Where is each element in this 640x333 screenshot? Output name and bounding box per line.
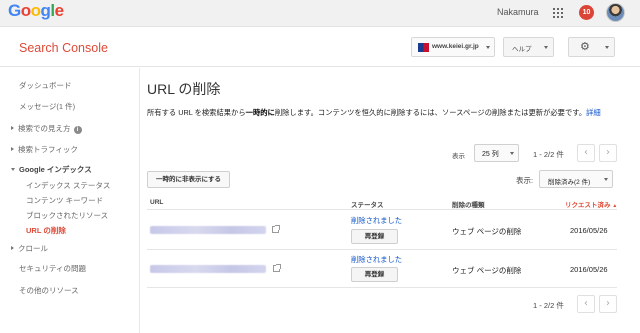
row-status: 削除されました xyxy=(351,255,403,264)
chevron-right-icon xyxy=(11,147,14,151)
reregister-button[interactable]: 再登録 xyxy=(351,229,398,244)
chevron-down-icon xyxy=(544,46,548,49)
chevron-down-icon xyxy=(510,152,514,155)
previous-page-button[interactable]: ‹ xyxy=(577,144,595,162)
learn-more-link[interactable]: 詳細 xyxy=(586,108,601,117)
sidebar-item-other-resources[interactable]: その他のリソース xyxy=(19,285,79,296)
column-header-label: リクエスト済み xyxy=(565,202,611,209)
gear-icon: ⚙ xyxy=(580,41,590,53)
chevron-down-icon xyxy=(11,168,15,171)
help-button[interactable]: ヘルプ xyxy=(503,37,554,57)
logo-letter: G xyxy=(8,1,21,20)
sidebar-item-search-traffic[interactable]: 検索トラフィック xyxy=(11,144,78,155)
filter-select[interactable]: 削除済み(2 件) xyxy=(539,170,613,188)
row-removal-type: ウェブ ページの削除 xyxy=(452,266,522,275)
sidebar-item-crawl[interactable]: クロール xyxy=(11,243,48,254)
info-icon[interactable]: i xyxy=(73,126,82,134)
column-header-status[interactable]: ステータス xyxy=(351,199,384,209)
product-title[interactable]: Search Console xyxy=(19,41,108,55)
rows-per-page-label: 表示 xyxy=(452,153,465,160)
sidebar-item-content-keywords[interactable]: コンテンツ キーワード xyxy=(26,195,103,206)
sidebar-item-messages[interactable]: メッセージ(1 件) xyxy=(19,101,75,112)
previous-page-button[interactable]: ‹ xyxy=(577,295,595,313)
next-page-button[interactable]: › xyxy=(599,295,617,313)
site-favicon-icon xyxy=(418,43,429,52)
search-console-header: Search Console www.keiei.gr.jp ヘルプ ⚙ xyxy=(0,28,640,67)
pagination-info: 1 - 2/2 件 xyxy=(533,301,564,310)
google-bar: Google Nakamura 10 xyxy=(0,0,640,27)
logo-letter: g xyxy=(40,1,51,20)
table-row-url[interactable] xyxy=(150,226,266,234)
description-text: 削除します。コンテンツを恒久的に削除するには、ソースページの削除または更新が必要… xyxy=(274,108,587,117)
site-selector-label: www.keiei.gr.jp xyxy=(432,43,479,50)
sidebar-item-search-appearance[interactable]: 検索での見え方 i xyxy=(11,123,82,134)
chevron-down-icon xyxy=(605,46,609,49)
column-header-url[interactable]: URL xyxy=(150,199,163,206)
chevron-right-icon xyxy=(11,246,14,250)
filter-value: 削除済み(2 件) xyxy=(548,178,591,186)
sidebar-item-label: 検索での見え方 xyxy=(18,124,71,133)
column-header-requested[interactable]: リクエスト済み ▲ xyxy=(565,199,617,209)
sidebar-item-url-removal[interactable]: URL の削除 xyxy=(26,225,66,236)
sidebar-item-label: 検索トラフィック xyxy=(18,145,78,154)
help-label: ヘルプ xyxy=(512,46,532,53)
table-header-divider xyxy=(147,209,617,210)
logo-letter: e xyxy=(54,1,64,20)
settings-button[interactable]: ⚙ xyxy=(568,37,615,57)
rows-per-page-value: 25 列 xyxy=(482,151,499,158)
description-text: 所有する URL を検索結果から xyxy=(147,108,246,117)
row-requested-date: 2016/05/26 xyxy=(570,265,608,274)
chevron-right-icon xyxy=(11,126,14,130)
notification-badge[interactable]: 10 xyxy=(579,5,594,20)
sidebar-item-security-issues[interactable]: セキュリティの問題 xyxy=(19,263,86,274)
apps-grid-icon[interactable] xyxy=(553,8,563,18)
page-title: URL の削除 xyxy=(147,81,221,97)
sidebar-item-label: クロール xyxy=(18,244,48,253)
user-name[interactable]: Nakamura xyxy=(497,7,539,17)
table-row-url[interactable] xyxy=(150,265,266,273)
table-row-divider xyxy=(147,249,617,250)
sidebar-item-index-status[interactable]: インデックス ステータス xyxy=(26,180,110,191)
external-link-icon[interactable] xyxy=(272,225,280,233)
row-requested-date: 2016/05/26 xyxy=(570,226,608,235)
description-emphasis: 一時的に xyxy=(245,108,275,117)
site-selector-button[interactable]: www.keiei.gr.jp xyxy=(411,37,495,57)
pagination-info: 1 - 2/2 件 xyxy=(533,150,564,159)
chevron-down-icon xyxy=(604,178,608,181)
column-header-removal-type[interactable]: 削除の種類 xyxy=(452,199,485,209)
google-logo[interactable]: Google xyxy=(8,1,64,21)
filter-label: 表示: xyxy=(516,176,534,185)
next-page-button[interactable]: › xyxy=(599,144,617,162)
logo-letter: o xyxy=(20,1,31,20)
sidebar: ダッシュボード メッセージ(1 件) 検索での見え方 i 検索トラフィック Goo… xyxy=(0,68,140,333)
chevron-down-icon xyxy=(486,46,490,49)
external-link-icon[interactable] xyxy=(273,264,281,272)
sidebar-item-label: Google インデックス xyxy=(19,165,92,174)
logo-letter: o xyxy=(30,1,41,20)
page-description: 所有する URL を検索結果から一時的に削除します。コンテンツを恒久的に削除する… xyxy=(147,107,627,118)
sidebar-item-dashboard[interactable]: ダッシュボード xyxy=(19,80,72,91)
temporarily-hide-button[interactable]: 一時的に非表示にする xyxy=(147,171,230,188)
rows-per-page-select[interactable]: 25 列 xyxy=(474,144,519,162)
sidebar-item-blocked-resources[interactable]: ブロックされたリソース xyxy=(26,210,108,221)
reregister-button[interactable]: 再登録 xyxy=(351,267,398,282)
avatar[interactable] xyxy=(606,3,625,22)
table-row-divider xyxy=(147,287,617,288)
row-status: 削除されました xyxy=(351,216,403,225)
sidebar-item-google-index[interactable]: Google インデックス xyxy=(11,164,92,175)
row-removal-type: ウェブ ページの削除 xyxy=(452,227,522,236)
